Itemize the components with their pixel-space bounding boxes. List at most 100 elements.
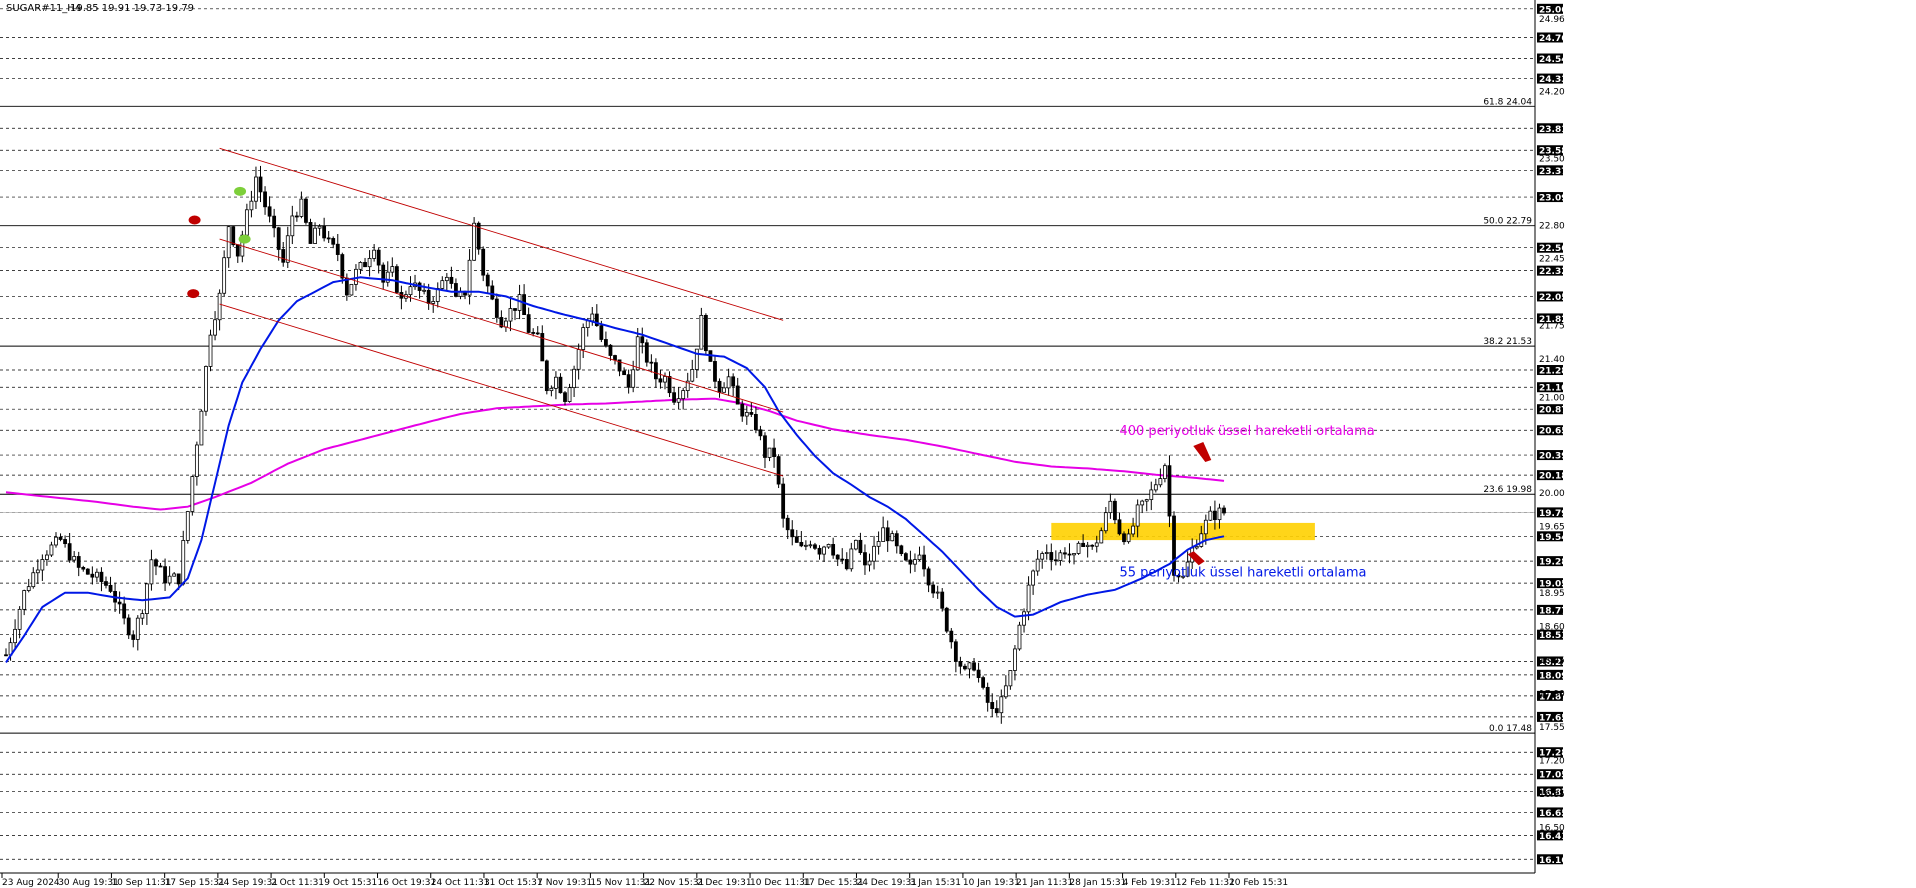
candle-body xyxy=(1194,546,1199,549)
candle-body xyxy=(831,544,836,556)
candle-body xyxy=(931,584,936,594)
candle-body xyxy=(317,225,322,229)
candle-body xyxy=(349,283,354,296)
y-tick-label: 22.56 xyxy=(1539,244,1567,254)
candle-body xyxy=(599,325,604,340)
candle-body xyxy=(853,539,858,550)
candle-body xyxy=(508,308,513,322)
candle-body xyxy=(58,536,63,540)
candle-body xyxy=(885,527,890,542)
candle-body xyxy=(958,661,963,667)
candle-body xyxy=(785,517,790,531)
candle-body xyxy=(844,559,849,570)
candle-body xyxy=(535,332,540,335)
x-tick-label: 20 Feb 15:31 xyxy=(1229,878,1288,888)
y-tick-label: 18.51 xyxy=(1539,631,1567,641)
candle-body xyxy=(13,628,17,644)
candle-body xyxy=(663,376,667,383)
x-tick-label: 16 Oct 19:31 xyxy=(378,878,437,888)
candle-body xyxy=(272,215,277,229)
candle-body xyxy=(263,191,267,208)
candle-body xyxy=(63,539,67,545)
candle-body xyxy=(31,572,36,588)
candle-body xyxy=(1094,542,1099,547)
candle-body xyxy=(1003,685,1008,698)
y-tick-label: 23.37 xyxy=(1539,167,1567,177)
candle-body xyxy=(640,336,645,344)
candle-body xyxy=(1203,519,1208,535)
fib-label: 38.2 21.53 xyxy=(1483,337,1532,347)
candle-body xyxy=(967,662,972,670)
price-chart[interactable]: 61.8 24.04 50.0 22.79 38.2 21.53 23.6 19.98… xyxy=(0,0,1916,888)
candle-body xyxy=(758,429,763,437)
candle-body xyxy=(694,348,699,370)
candle-body xyxy=(994,708,999,714)
candle-body xyxy=(72,556,77,561)
fib-label: 50.0 22.79 xyxy=(1483,217,1532,227)
y-tick-label: 18.60 xyxy=(1539,623,1565,633)
candle-body xyxy=(185,511,190,541)
candle-body xyxy=(717,380,722,393)
candle-body xyxy=(631,369,636,388)
candle-body xyxy=(1153,484,1158,491)
candle-body xyxy=(953,641,958,662)
candle-body xyxy=(881,527,886,542)
y-tick-label: 18.25 xyxy=(1539,656,1565,666)
candle-body xyxy=(867,560,872,566)
candle-body xyxy=(667,376,672,394)
candle-body xyxy=(222,257,227,294)
candle-body xyxy=(117,601,122,605)
y-tick-label: 21.28 xyxy=(1539,367,1567,377)
candle-body xyxy=(81,567,86,570)
candle-body xyxy=(1167,465,1172,517)
y-tick-label: 21.10 xyxy=(1539,384,1567,394)
y-tick-label: 20.00 xyxy=(1539,489,1565,499)
x-tick-label: 10 Sep 11:31 xyxy=(111,878,171,888)
candle-body xyxy=(135,617,140,640)
candle-body xyxy=(1008,670,1013,687)
candle-body xyxy=(76,556,81,568)
candle-body xyxy=(54,536,58,546)
x-tick-label: 9 Oct 15:31 xyxy=(324,878,377,888)
y-tick-label: 25.06 xyxy=(1539,5,1567,15)
candle-body xyxy=(613,355,617,361)
x-tick-label: 7 Nov 19:31 xyxy=(537,878,592,888)
x-tick-label: 10 Dec 11:31 xyxy=(750,878,811,888)
y-tick-label: 19.65 xyxy=(1539,522,1565,532)
x-tick-label: 15 Nov 11:31 xyxy=(590,878,651,888)
y-tick-label: 24.54 xyxy=(1539,55,1567,65)
y-tick-label: 17.20 xyxy=(1539,756,1565,766)
fib-label: 0.0 17.48 xyxy=(1489,724,1532,734)
candle-body xyxy=(608,344,613,356)
x-tick-label: 31 Oct 15:31 xyxy=(484,878,543,888)
y-tick-label: 20.87 xyxy=(1539,406,1567,416)
candle-body xyxy=(1072,553,1076,556)
y-tick-label: 20.39 xyxy=(1539,452,1567,462)
y-tick-label: 16.85 xyxy=(1539,790,1565,800)
candle-body xyxy=(1144,499,1149,502)
candle-body xyxy=(358,262,363,270)
candle-body xyxy=(22,590,27,610)
candle-body xyxy=(472,222,477,261)
candle-body xyxy=(822,546,826,555)
candle-body xyxy=(894,533,899,547)
candle-body xyxy=(1067,553,1072,556)
support-zone-rect xyxy=(1051,522,1315,541)
candle-body xyxy=(735,385,740,405)
candle-body xyxy=(422,289,427,292)
candle-body xyxy=(604,339,608,346)
y-tick-label: 24.76 xyxy=(1539,34,1567,44)
candle-body xyxy=(554,376,558,389)
candle-body xyxy=(276,227,281,250)
y-tick-label: 19.54 xyxy=(1539,533,1567,543)
candle-body xyxy=(1022,611,1026,626)
candle-body xyxy=(4,654,8,657)
candle-body xyxy=(1076,542,1081,554)
candle-body xyxy=(781,483,786,519)
candle-body xyxy=(1149,489,1154,500)
y-tick-label: 16.65 xyxy=(1539,809,1567,819)
candle-body xyxy=(149,559,154,585)
candle-body xyxy=(304,198,308,223)
candle-body xyxy=(567,387,572,402)
candle-body xyxy=(90,573,95,578)
